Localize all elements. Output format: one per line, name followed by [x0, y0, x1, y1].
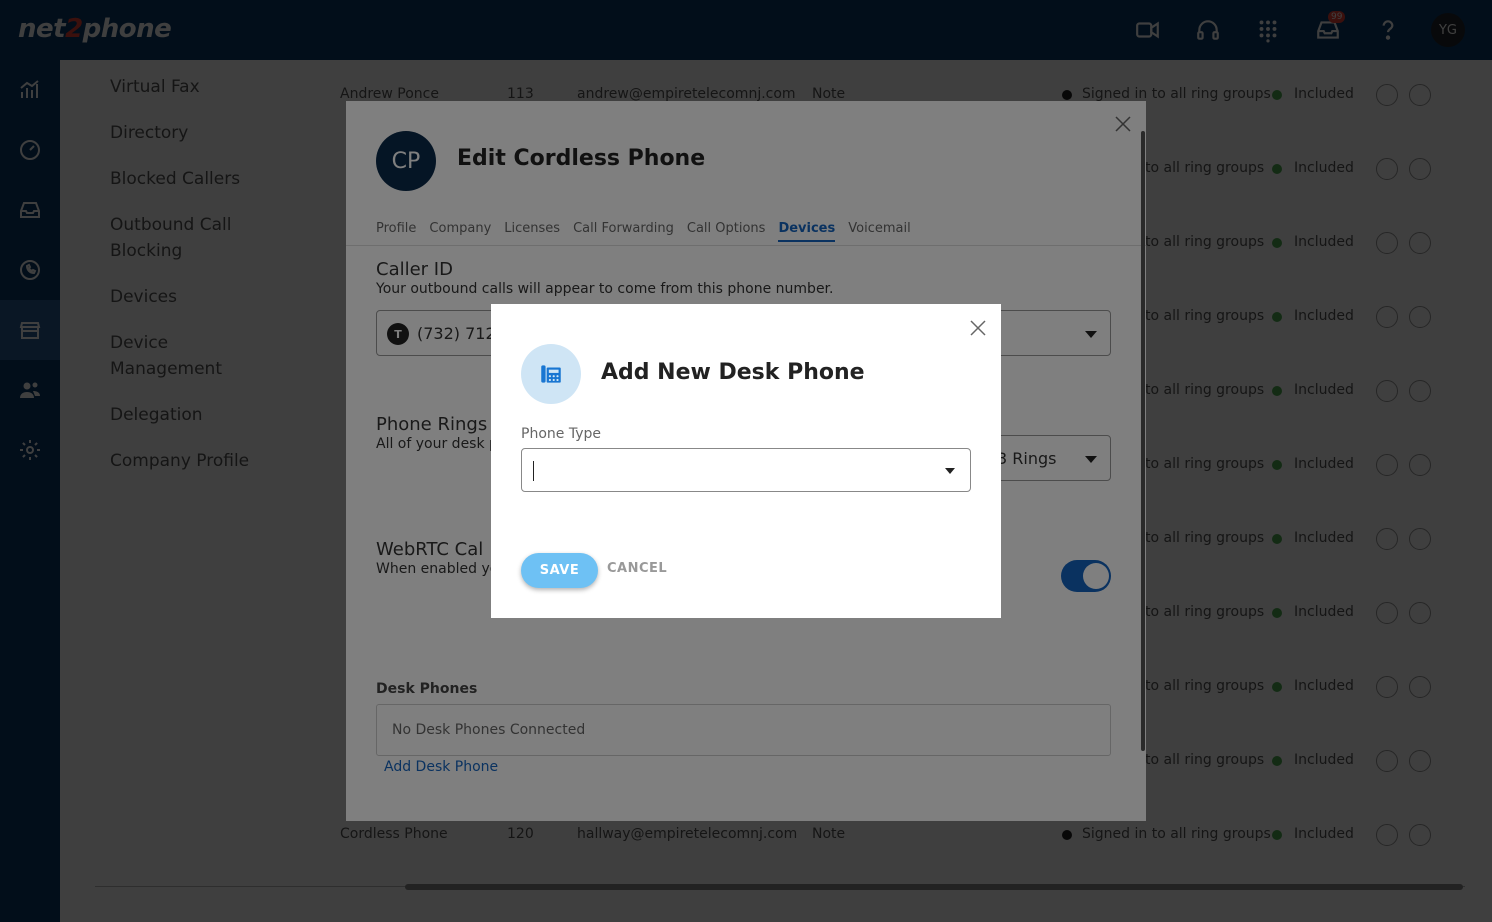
- phone-type-select[interactable]: [521, 448, 971, 492]
- chevron-down-icon: [945, 468, 955, 474]
- add-desk-phone-dialog: Add New Desk Phone Phone Type SAVE CANCE…: [491, 304, 1001, 618]
- dialog-title: Add New Desk Phone: [601, 360, 865, 385]
- cancel-button[interactable]: CANCEL: [607, 561, 667, 576]
- close-icon[interactable]: [968, 318, 988, 338]
- phone-type-label: Phone Type: [521, 426, 601, 442]
- text-cursor: [533, 461, 534, 481]
- desk-phone-icon: [521, 344, 581, 404]
- save-button[interactable]: SAVE: [521, 553, 598, 588]
